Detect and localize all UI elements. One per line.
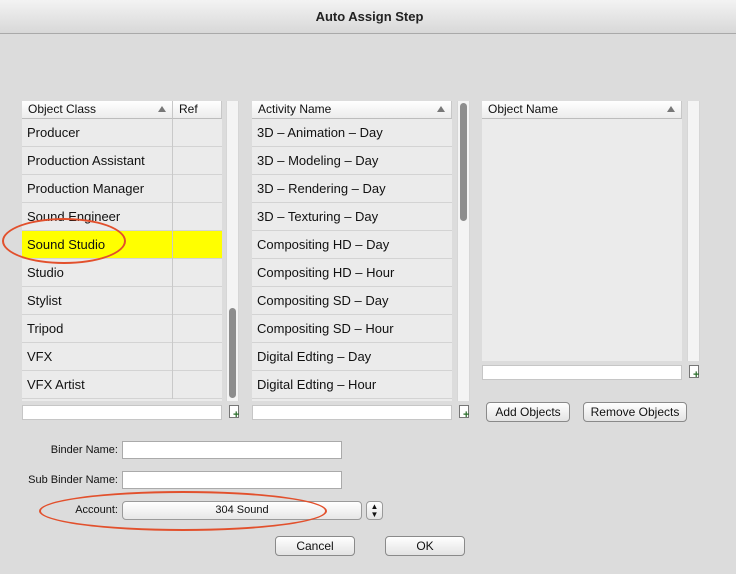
object-class-ref <box>172 147 222 175</box>
object-class-name: Tripod <box>27 321 64 336</box>
activity-row[interactable]: 3D – Rendering – Day <box>252 175 452 203</box>
add-activity-plus-glyph: + <box>463 409 470 421</box>
sub-binder-name-field[interactable] <box>122 471 342 489</box>
ok-button[interactable]: OK <box>385 536 465 556</box>
activity-row[interactable]: 3D – Modeling – Day <box>252 147 452 175</box>
column-header-object-name-label: Object Name <box>488 102 559 116</box>
object-class-row[interactable]: Sound Studio <box>22 231 222 259</box>
object-class-table: Object Class Ref Producer Production Assi… <box>22 101 222 401</box>
activity-scroll-thumb[interactable] <box>460 103 467 221</box>
object-class-name: VFX Artist <box>27 377 85 392</box>
activity-scrollbar[interactable] <box>457 101 470 401</box>
sort-ascending-icon <box>667 106 675 112</box>
object-class-name: Producer <box>27 125 80 140</box>
activity-row[interactable]: Compositing SD – Hour <box>252 315 452 343</box>
object-name-table: Object Name <box>482 101 682 361</box>
object-class-ref <box>172 231 222 259</box>
add-object-class-icon[interactable]: + <box>227 405 241 421</box>
object-class-row[interactable]: Producer <box>22 119 222 147</box>
activity-row[interactable]: Compositing SD – Day <box>252 287 452 315</box>
window-title: Auto Assign Step <box>315 9 424 24</box>
add-activity-icon[interactable]: + <box>457 405 471 421</box>
sort-ascending-icon <box>158 106 166 112</box>
object-name-footer <box>482 365 682 380</box>
object-class-name: Production Assistant <box>27 153 145 168</box>
object-class-scroll-thumb[interactable] <box>229 308 236 398</box>
sort-ascending-icon <box>437 106 445 112</box>
account-stepper[interactable]: ▲ ▼ <box>366 501 383 520</box>
object-class-row[interactable]: Sound Engineer <box>22 203 222 231</box>
activity-row[interactable]: 3D – Texturing – Day <box>252 203 452 231</box>
object-class-name: Sound Studio <box>27 237 106 252</box>
cancel-button[interactable]: Cancel <box>275 536 355 556</box>
object-class-row[interactable]: VFX Artist <box>22 371 222 399</box>
activity-name: Compositing SD – Hour <box>257 321 394 336</box>
object-class-ref <box>172 203 222 231</box>
object-class-name: Sound Engineer <box>27 209 121 224</box>
column-header-object-name[interactable]: Object Name <box>482 101 682 119</box>
activity-row[interactable]: Digital Edting – Day <box>252 343 452 371</box>
column-header-object-class-label: Object Class <box>28 102 97 116</box>
activity-footer <box>252 405 452 420</box>
add-object-name-plus-glyph: + <box>693 369 700 381</box>
activity-table: Activity Name 3D – Animation – Day 3D – M… <box>252 101 452 401</box>
account-label: Account: <box>75 504 118 516</box>
object-name-scrollbar[interactable] <box>687 101 700 361</box>
object-class-ref <box>172 343 222 371</box>
object-class-ref <box>172 287 222 315</box>
object-class-ref <box>172 259 222 287</box>
object-class-name: Production Manager <box>27 181 145 196</box>
object-class-row[interactable]: Production Assistant <box>22 147 222 175</box>
add-object-class-plus-glyph: + <box>233 409 240 421</box>
activity-name: 3D – Animation – Day <box>257 125 383 140</box>
activity-row[interactable]: Compositing HD – Day <box>252 231 452 259</box>
object-class-row[interactable]: VFX <box>22 343 222 371</box>
object-class-footer <box>22 405 222 420</box>
object-class-ref <box>172 315 222 343</box>
activity-name: 3D – Rendering – Day <box>257 181 386 196</box>
object-class-ref <box>172 175 222 203</box>
activity-name: Compositing SD – Day <box>257 293 389 308</box>
sub-binder-name-label: Sub Binder Name: <box>28 474 118 486</box>
activity-name: 3D – Modeling – Day <box>257 153 379 168</box>
add-object-name-icon[interactable]: + <box>687 365 701 381</box>
activity-name: Digital Edting – Hour <box>257 377 377 392</box>
activity-name: Compositing HD – Day <box>257 237 390 252</box>
activity-name: Compositing HD – Hour <box>257 265 395 280</box>
object-class-name: Stylist <box>27 293 62 308</box>
title-bar: Auto Assign Step <box>0 0 739 34</box>
activity-name: 3D – Texturing – Day <box>257 209 379 224</box>
chevron-down-icon[interactable]: ▼ <box>367 511 382 519</box>
activity-row[interactable]: Compositing HD – Hour <box>252 259 452 287</box>
add-objects-button[interactable]: Add Objects <box>486 402 570 422</box>
object-class-ref <box>172 119 222 147</box>
remove-objects-button[interactable]: Remove Objects <box>583 402 687 422</box>
object-class-row[interactable]: Studio <box>22 259 222 287</box>
object-class-name: Studio <box>27 265 64 280</box>
object-class-name: VFX <box>27 349 53 364</box>
binder-name-label: Binder Name: <box>50 444 118 456</box>
account-select[interactable]: 304 Sound <box>122 501 362 520</box>
activity-row[interactable]: Digital Edting – Hour <box>252 371 452 399</box>
column-header-activity-name-label: Activity Name <box>258 102 332 116</box>
column-header-ref[interactable]: Ref <box>173 101 222 119</box>
activity-name: Digital Edting – Day <box>257 349 372 364</box>
activity-row[interactable]: 3D – Animation – Day <box>252 119 452 147</box>
column-header-object-class[interactable]: Object Class <box>22 101 173 119</box>
object-class-ref <box>172 371 222 399</box>
object-class-row[interactable]: Production Manager <box>22 175 222 203</box>
binder-name-field[interactable] <box>122 441 342 459</box>
object-class-scrollbar[interactable] <box>226 101 239 401</box>
object-class-row[interactable]: Tripod <box>22 315 222 343</box>
column-header-ref-label: Ref <box>179 102 198 116</box>
column-header-activity-name[interactable]: Activity Name <box>252 101 452 119</box>
object-class-row[interactable]: Stylist <box>22 287 222 315</box>
